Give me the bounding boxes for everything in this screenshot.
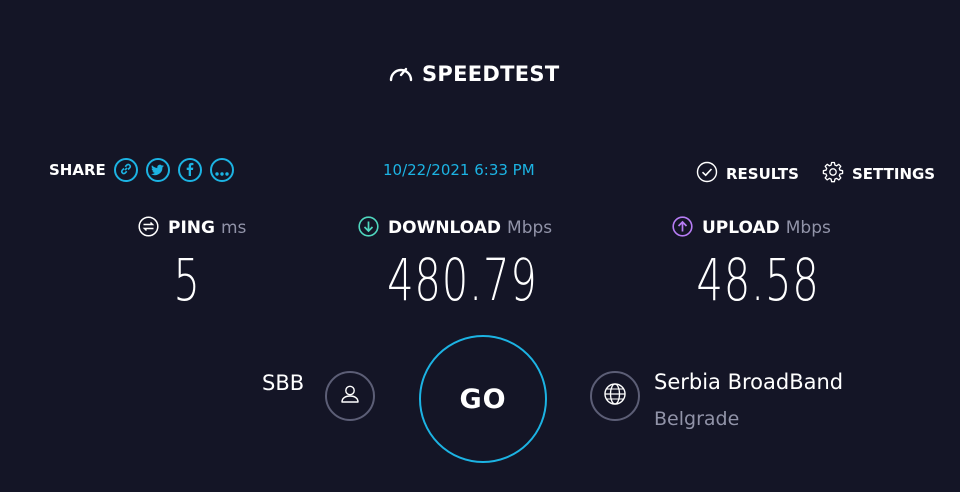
share-link-button[interactable]: [113, 158, 138, 182]
download-label: DOWNLOAD: [388, 218, 502, 238]
download-value: 480.79: [387, 246, 538, 314]
twitter-icon: [150, 161, 165, 180]
change-server-button[interactable]: [590, 371, 640, 421]
more-icon: [215, 161, 229, 180]
server-name[interactable]: Serbia BroadBand: [654, 370, 843, 394]
upload-arrow-icon: [672, 215, 693, 241]
change-isp-button[interactable]: [325, 371, 375, 421]
speedometer-icon: [388, 61, 422, 87]
upload-value: 48.58: [696, 246, 820, 314]
ping-icon: [138, 215, 159, 241]
check-circle-icon: [696, 161, 718, 187]
upload-label: UPLOAD: [702, 218, 780, 238]
globe-icon: [602, 381, 628, 411]
upload-metric: UPLOAD Mbps 48.58: [672, 215, 831, 314]
result-datetime: 10/22/2021 6:33 PM: [383, 161, 535, 179]
share-bar: SHARE: [49, 156, 242, 184]
ping-value: 5: [173, 246, 201, 314]
speedtest-page: SPEEDTEST SHARE 10/22/2021 6:33 PM RESUL…: [0, 0, 960, 492]
user-icon: [338, 382, 362, 410]
go-label: GO: [459, 383, 507, 415]
settings-button[interactable]: SETTINGS: [822, 161, 935, 187]
server-location: Belgrade: [654, 408, 740, 430]
isp-name: SBB: [262, 371, 305, 395]
download-metric: DOWNLOAD Mbps 480.79: [358, 215, 553, 314]
share-more-button[interactable]: [209, 158, 234, 182]
download-unit: Mbps: [507, 218, 553, 238]
results-label: RESULTS: [726, 165, 799, 183]
go-button[interactable]: GO: [419, 335, 547, 463]
speedtest-logo[interactable]: SPEEDTEST: [388, 60, 559, 88]
share-facebook-button[interactable]: [177, 158, 202, 182]
ping-label: PING: [168, 218, 215, 238]
share-twitter-button[interactable]: [145, 158, 170, 182]
ping-unit: ms: [220, 218, 247, 238]
upload-unit: Mbps: [785, 218, 831, 238]
settings-label: SETTINGS: [852, 165, 936, 183]
logo-text: SPEEDTEST: [422, 62, 560, 86]
facebook-icon: [186, 161, 194, 180]
ping-metric: PING ms 5: [138, 215, 247, 314]
upload-header: UPLOAD Mbps: [672, 215, 831, 241]
download-arrow-icon: [358, 215, 379, 241]
results-button[interactable]: RESULTS: [696, 161, 799, 187]
ping-header: PING ms: [138, 215, 247, 241]
link-icon: [119, 161, 133, 180]
share-label: SHARE: [49, 161, 106, 179]
gear-icon: [822, 161, 844, 187]
download-header: DOWNLOAD Mbps: [358, 215, 553, 241]
